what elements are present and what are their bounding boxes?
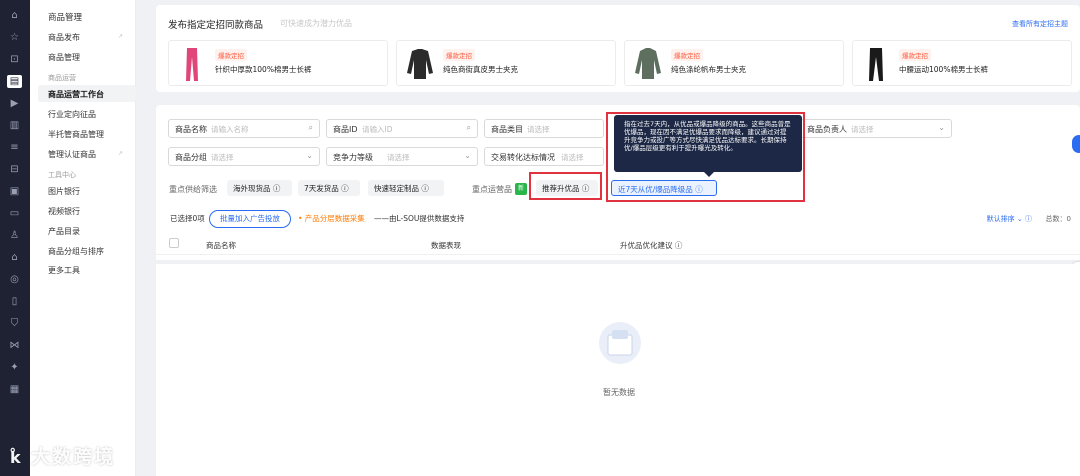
group-select[interactable]: 商品分组 请选择 ⌄ [168, 147, 320, 166]
product-id-field[interactable]: 商品ID 请输入ID ⌕ [326, 119, 478, 138]
help-icon: ⓘ [674, 241, 683, 250]
product-name: 纯色商街真皮男士夹克 [443, 65, 518, 74]
tool-icon[interactable]: ▦ [8, 383, 21, 396]
selected-count: 已选择0项 [170, 214, 205, 223]
shop-icon[interactable]: ⌂ [8, 251, 21, 264]
sidebar: 商品管理 商品发布 ↗ 商品管理 商品运营 商品运营工作台 行业定向征品 半托管… [30, 0, 136, 476]
back-to-top-button[interactable] [1072, 135, 1080, 153]
network-icon[interactable]: ⋈ [8, 339, 21, 352]
hot-badge: 爆款定招 [215, 49, 247, 61]
column-header: 数据表现 [431, 241, 461, 250]
chevron-down-icon: ⌄ [938, 123, 945, 132]
sidebar-item-workbench[interactable]: 商品运营工作台 [48, 89, 104, 100]
list-icon[interactable]: ≡ [8, 141, 21, 154]
promo-panel: 发布指定定招同款商品 可快速成为潜力优品 查看所有定招主题 爆款定招 针织中厚款… [156, 5, 1080, 92]
search-icon: ⌕ [308, 123, 313, 132]
new-badge: 新 [515, 183, 527, 195]
highlight-box [529, 172, 602, 200]
info-tooltip: 指在过去7天内，从优品或爆品降级的商品。这些商品曾是优爆品，现在因不满足优爆品要… [614, 115, 802, 177]
message-icon[interactable]: ▭ [8, 207, 21, 220]
promo-card[interactable]: 爆款定招 中腰运动100%棉男士长裤 [852, 40, 1072, 86]
chip-light-custom[interactable]: 快速轻定制品 ⓘ [368, 180, 444, 196]
sparkle-icon[interactable]: ✦ [8, 361, 21, 374]
external-link-icon: ↗ [117, 33, 123, 40]
product-name: 纯色涤纶帆布男士夹克 [671, 65, 746, 74]
hot-badge: 爆款定招 [671, 49, 703, 61]
wallet-icon[interactable]: ▯ [8, 295, 21, 308]
help-icon: ⓘ [341, 184, 349, 193]
sidebar-group-ops: 商品运营 [48, 74, 76, 82]
bag-icon[interactable]: ⊡ [8, 53, 21, 66]
search-icon: ⌕ [466, 123, 471, 132]
empty-text: 暂无数据 [603, 388, 635, 397]
chip-overseas-stock[interactable]: 海外现货品 ⓘ [227, 180, 292, 196]
promo-card[interactable]: 爆款定招 纯色涤纶帆布男士夹克 [624, 40, 844, 86]
sidebar-item-image-bank[interactable]: 图片银行 [48, 186, 80, 197]
owner-select[interactable]: 商品负责人 请选择 ⌄ [800, 119, 952, 138]
sidebar-item-manage[interactable]: 商品管理 [48, 52, 80, 63]
video-icon[interactable]: ▶ [8, 97, 21, 110]
column-header: 商品名称 [206, 241, 236, 250]
sidebar-item-industry[interactable]: 行业定向征品 [48, 109, 96, 120]
sidebar-group-tools: 工具中心 [48, 171, 76, 179]
chevron-down-icon: ⌄ [464, 151, 471, 160]
select-all-checkbox[interactable] [169, 238, 179, 248]
column-header: 升优品优化建议 ⓘ [620, 241, 683, 250]
chip-7day-ship[interactable]: 7天发货品 ⓘ [298, 180, 360, 196]
promo-card[interactable]: 爆款定招 针织中厚款100%棉男士长裤 [168, 40, 388, 86]
sort-dropdown[interactable]: 默认排序 ⌄ ⓘ [987, 214, 1032, 224]
hot-badge: 爆款定招 [443, 49, 475, 61]
product-name-field[interactable]: 商品名称 请输入名称 ⌕ [168, 119, 320, 138]
sidebar-item-video-bank[interactable]: 视频银行 [48, 206, 80, 217]
sidebar-item-grouping[interactable]: 商品分组与排序 [48, 246, 104, 257]
sidebar-item-more-tools[interactable]: 更多工具 [48, 265, 80, 276]
data-support-note: ——由L-SOU提供数据支持 [374, 214, 465, 223]
category-select[interactable]: 商品类目 请选择 [484, 119, 604, 138]
ops-filter-label: 重点运营品 [472, 185, 512, 194]
ad-icon[interactable]: ▣ [8, 185, 21, 198]
product-thumbnail [174, 45, 210, 83]
product-thumbnail [630, 45, 666, 83]
globe-icon[interactable]: ◎ [8, 273, 21, 286]
shield-icon[interactable]: ⛉ [8, 317, 21, 330]
app-icon-bar: ⌂ ☆ ⊡ ▤ ▶ ▥ ≡ ⊟ ▣ ▭ ♙ ⌂ ◎ ▯ ⛉ ⋈ ✦ ▦ [0, 0, 30, 476]
sidebar-item-publish[interactable]: 商品发布 [48, 32, 80, 43]
watermark: k̊ 大数跨境 [10, 446, 116, 468]
total-count: 总数：0 [1045, 215, 1071, 223]
sidebar-item-semi-managed[interactable]: 半托管商品管理 [48, 129, 104, 140]
product-name: 中腰运动100%棉男士长裤 [899, 65, 988, 74]
product-name: 针织中厚款100%棉男士长裤 [215, 65, 312, 74]
competitiveness-select[interactable]: 竞争力等级 请选择 ⌄ [326, 147, 478, 166]
promo-subtitle: 可快速成为潜力优品 [280, 19, 352, 28]
sidebar-item-catalog[interactable]: 产品目录 [48, 226, 80, 237]
sidebar-item-certified[interactable]: 管理认证商品 [48, 149, 96, 160]
sidebar-section-title: 商品管理 [48, 13, 83, 23]
help-icon: ⓘ [272, 184, 281, 193]
hot-badge: 爆款定招 [899, 49, 931, 61]
help-icon: ⓘ [421, 184, 429, 193]
data-collect-note: • 产品分层数据采集 [298, 214, 365, 223]
conversion-select[interactable]: 交易转化达标情况 请选择 [484, 147, 604, 166]
chart-icon[interactable]: ▥ [8, 119, 21, 132]
product-thumbnail [402, 45, 438, 83]
supply-filter-label: 重点供给筛选 [169, 185, 217, 194]
chevron-down-icon: ⌄ [306, 151, 313, 160]
table-body [156, 264, 1080, 476]
promo-card[interactable]: 爆款定招 纯色商街真皮男士夹克 [396, 40, 616, 86]
external-link-icon: ↗ [117, 150, 123, 157]
promo-title: 发布指定定招同款商品 [168, 20, 264, 31]
batch-ad-button[interactable]: 批量加入广告投放 [209, 210, 291, 228]
view-all-link[interactable]: 查看所有定招主题 [1012, 19, 1068, 29]
store-icon[interactable]: ▤ [7, 75, 22, 88]
ticket-icon[interactable]: ⊟ [8, 163, 21, 176]
product-thumbnail [858, 45, 894, 83]
user-icon[interactable]: ♙ [8, 229, 21, 242]
star-icon[interactable]: ☆ [8, 31, 21, 44]
table-header [156, 236, 1080, 255]
empty-box-icon [597, 321, 643, 365]
home-icon[interactable]: ⌂ [8, 9, 21, 22]
